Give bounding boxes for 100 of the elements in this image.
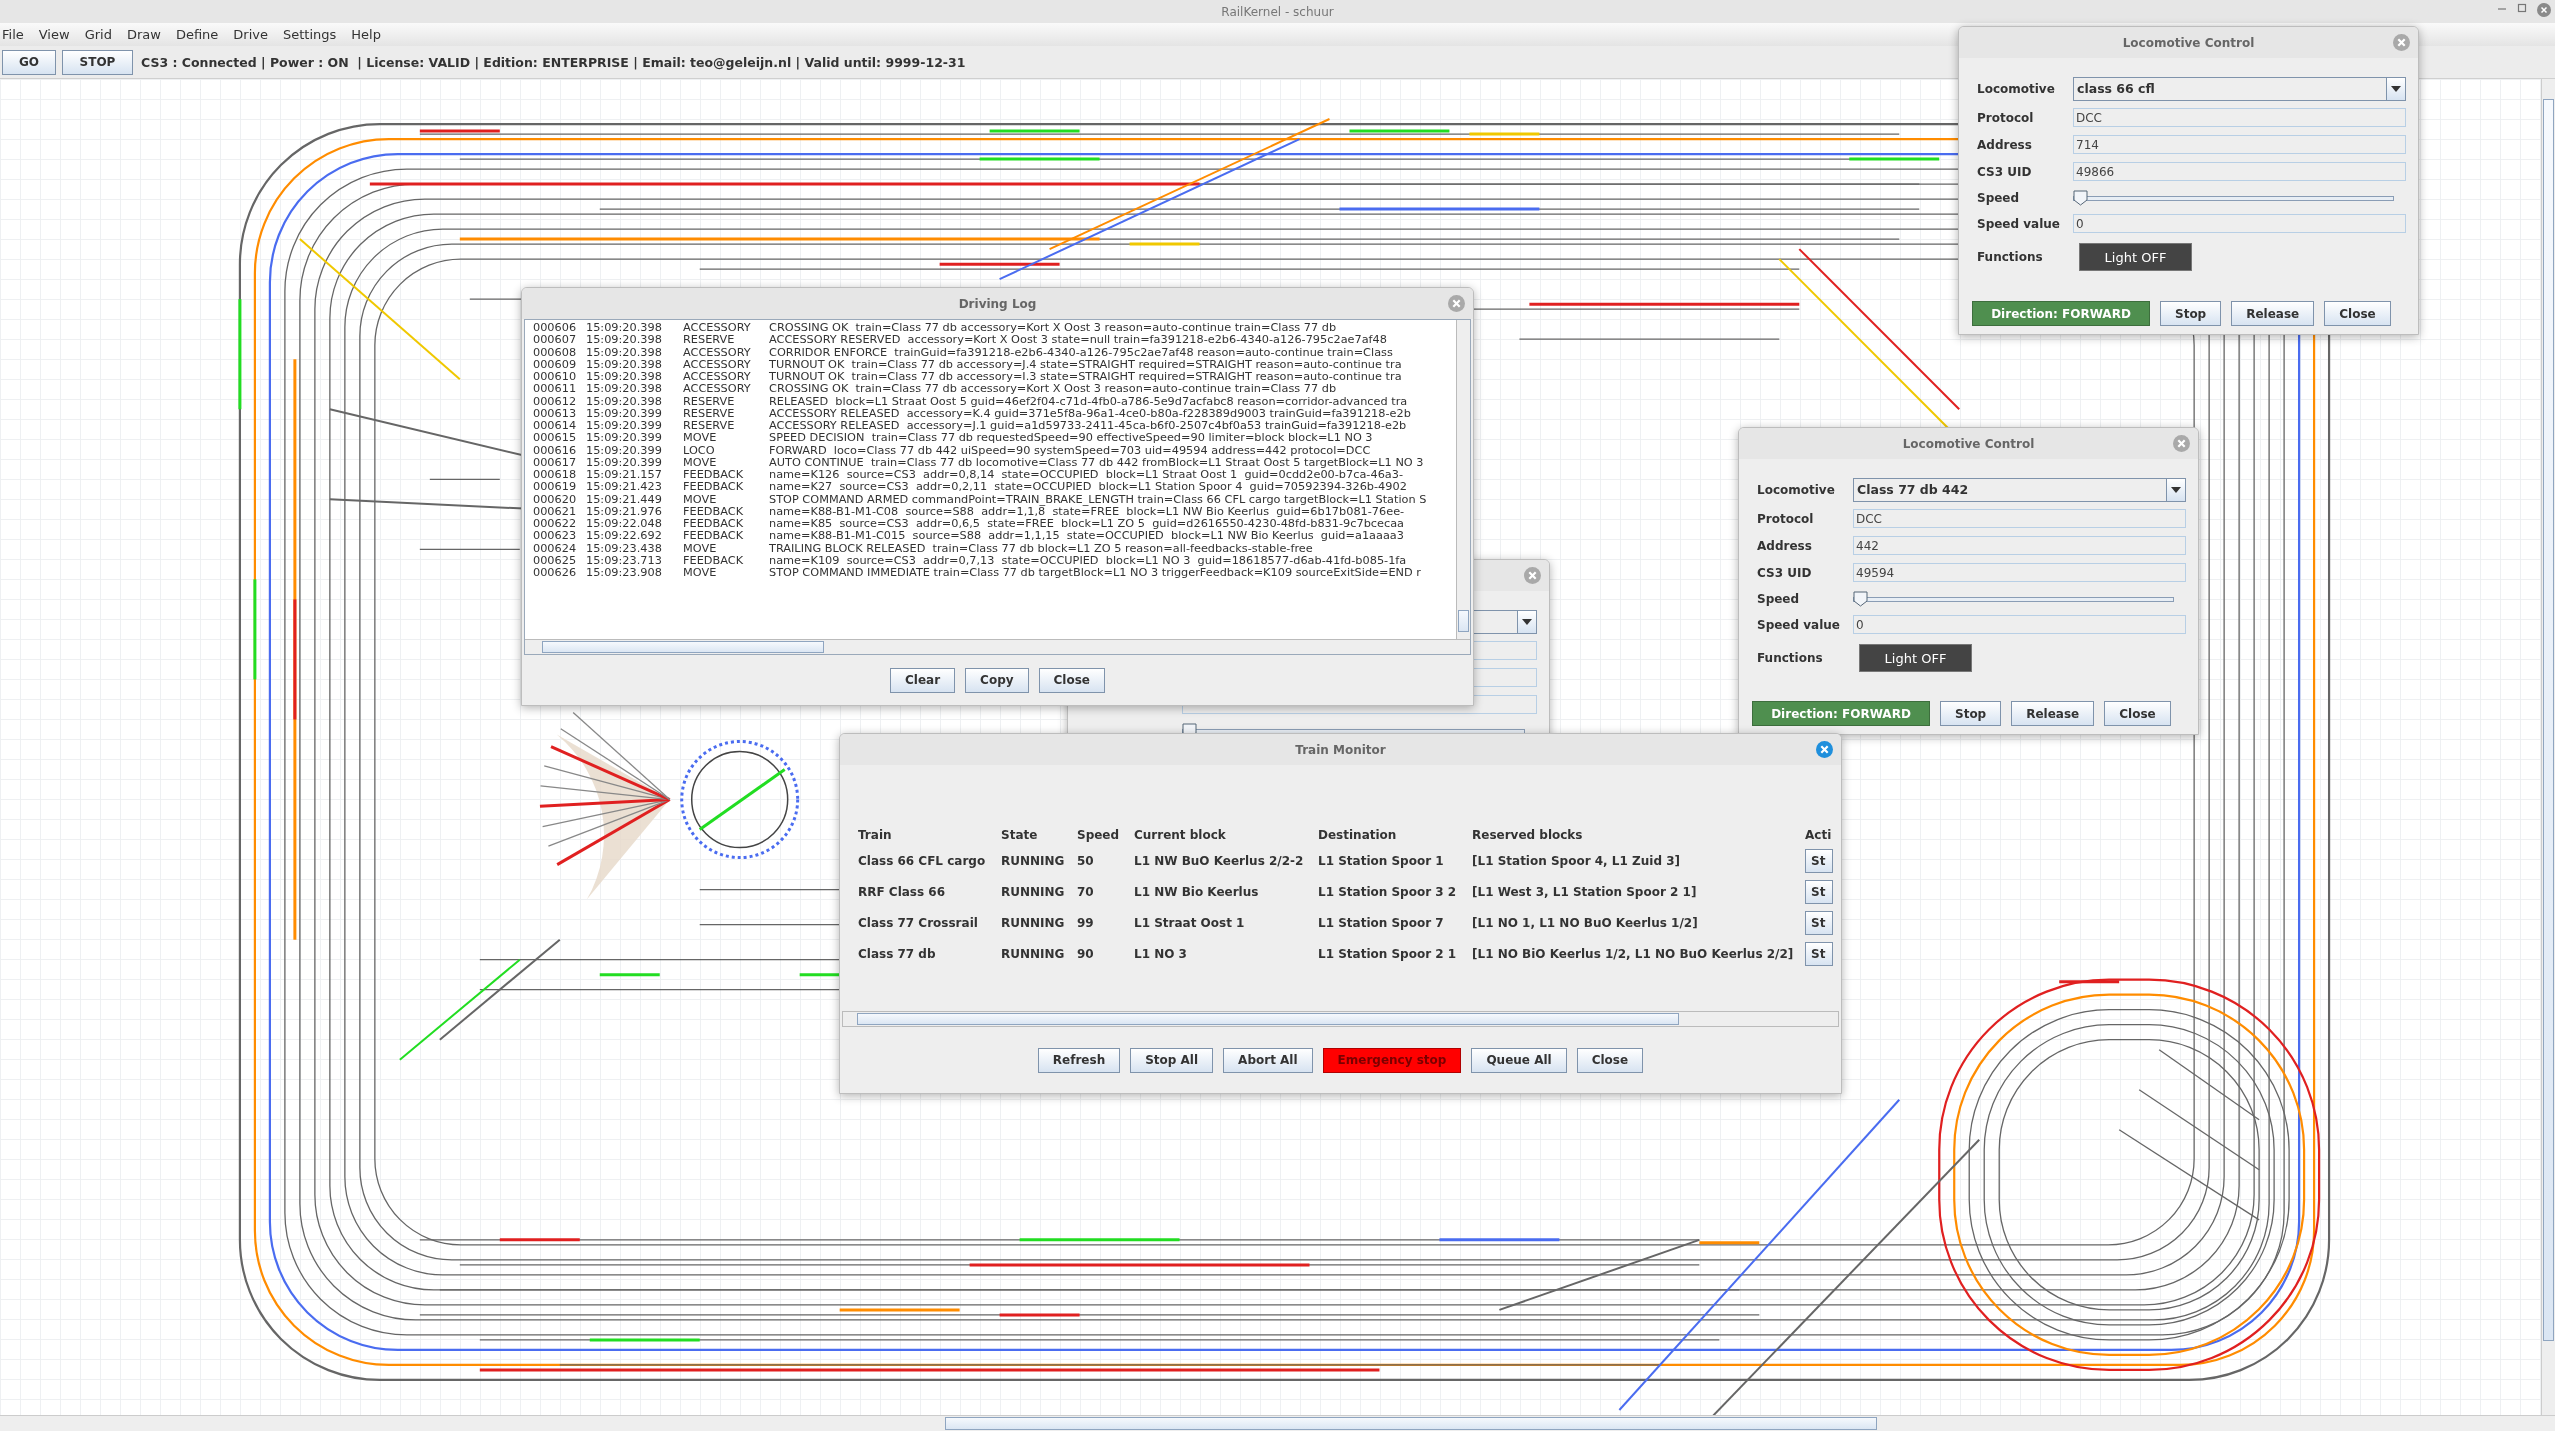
close-icon[interactable] <box>1816 741 1833 758</box>
action-button[interactable]: St <box>1805 941 1833 966</box>
dialog-button[interactable]: Stop <box>1940 701 2002 726</box>
dialog-button[interactable]: Close <box>1038 667 1105 693</box>
dialog-button[interactable]: Refresh <box>1037 1047 1121 1073</box>
menu-item[interactable]: File <box>2 27 31 42</box>
light-toggle-button[interactable]: Light OFF <box>2079 243 2192 271</box>
column-header[interactable]: State <box>1001 828 1077 842</box>
log-time: 15:09:20.399 <box>586 444 663 457</box>
menu-item[interactable]: View <box>38 27 77 42</box>
log-sequence: 000619 <box>533 481 578 494</box>
table-cell-text: 90 <box>1077 946 1095 961</box>
log-time: 15:09:20.398 <box>586 322 663 335</box>
dialog-button[interactable]: Close <box>1576 1047 1644 1073</box>
menu-item[interactable]: Drive <box>233 27 275 42</box>
dialog-button[interactable]: Close <box>2324 301 2391 326</box>
log-time: 15:09:22.692 <box>586 530 663 543</box>
light-toggle-button[interactable]: Light OFF <box>1859 644 1972 672</box>
toolbar-button[interactable]: STOP <box>62 49 133 75</box>
table-cell-text: L1 Station Spoor 7 <box>1318 915 1445 930</box>
text-field[interactable]: 0 <box>2073 214 2406 233</box>
locomotive-select[interactable]: class 66 cfl <box>2073 76 2406 101</box>
field-label: Protocol <box>1977 110 2035 125</box>
locomotive-select[interactable]: Class 77 db 442 <box>1853 477 2186 502</box>
table-cell-text: [L1 NO 1, L1 NO BuO Keerlus 1/2] <box>1472 915 1699 930</box>
text-field[interactable]: DCC <box>1853 509 2186 528</box>
log-message: TURNOUT OK train=Class 77 db accessory=I.3 state=STRAIGHT required=STRAIGHT reason=auto-continue tra <box>769 371 1403 384</box>
text-field[interactable]: 49594 <box>1853 563 2186 582</box>
menu-item[interactable]: Settings <box>283 27 344 42</box>
table-cell-text: RUNNING <box>1001 853 1066 868</box>
dialog-button[interactable]: Release <box>2011 701 2095 726</box>
log-sequence: 000620 <box>533 493 578 506</box>
column-header[interactable]: Speed <box>1077 828 1134 842</box>
action-button[interactable]: St <box>1805 910 1833 935</box>
text-field[interactable]: 714 <box>2073 135 2406 154</box>
column-header[interactable]: Acti <box>1805 828 1835 842</box>
close-icon[interactable] <box>2393 34 2410 51</box>
dialog-button[interactable]: Copy <box>965 667 1029 693</box>
text-field[interactable]: 0 <box>1853 615 2186 634</box>
log-category: MOVE <box>683 432 718 445</box>
vertical-scrollbar[interactable] <box>2541 79 2555 1415</box>
dialog-button[interactable]: Stop All <box>1130 1047 1214 1073</box>
field-label: Functions <box>1977 250 2044 264</box>
speed-slider[interactable] <box>2073 189 2394 206</box>
log-message: ACCESSORY RELEASED accessory=J.1 guid=a1d59733-2411-45ca-b6f0-2507c4bf0a53 trainGuid=fa391218-e2b <box>769 420 1408 433</box>
log-time: 15:09:20.399 <box>586 456 663 469</box>
text-field[interactable]: 49866 <box>2073 162 2406 181</box>
close-icon[interactable] <box>1448 295 1465 312</box>
direction-button[interactable]: Direction: FORWARD <box>1972 301 2150 326</box>
dialog-button[interactable]: Abort All <box>1223 1047 1313 1073</box>
field-label: Address <box>1977 137 2033 152</box>
menu-item[interactable]: Draw <box>126 27 168 42</box>
toolbar-button[interactable]: GO <box>2 49 56 75</box>
table-cell-text: RUNNING <box>1001 915 1066 930</box>
log-sequence: 000625 <box>533 554 578 567</box>
horizontal-scrollbar[interactable] <box>0 1415 2555 1431</box>
menu-item[interactable]: Grid <box>84 27 119 42</box>
close-icon[interactable] <box>2173 435 2190 452</box>
slider-thumb[interactable] <box>1853 590 1868 607</box>
column-header[interactable]: Destination <box>1318 828 1472 842</box>
log-message: ACCESSORY RELEASED accessory=K.4 guid=371e5f8a-96a1-4ce0-b80a-f228389d9003 trainGuid=fa391218-e2b <box>769 407 1412 420</box>
dialog-button[interactable]: Close <box>2104 701 2171 726</box>
column-header[interactable]: Current block <box>1134 828 1318 842</box>
horizontal-scrollbar[interactable] <box>525 639 1470 654</box>
dialog-button[interactable]: Release <box>2231 301 2315 326</box>
action-button[interactable]: St <box>1805 879 1833 904</box>
log-sequence: 000621 <box>533 505 578 518</box>
close-icon[interactable] <box>1524 567 1541 584</box>
log-sequence: 000611 <box>533 383 578 396</box>
menu-item[interactable]: Help <box>351 27 388 42</box>
close-icon[interactable] <box>2537 3 2551 17</box>
text-field[interactable]: DCC <box>2073 108 2406 127</box>
column-header[interactable]: Reserved blocks <box>1472 828 1805 842</box>
log-sequence: 000606 <box>533 322 578 335</box>
log-category: ACCESSORY <box>683 358 752 371</box>
dialog-button[interactable]: Queue All <box>1471 1047 1567 1073</box>
direction-button[interactable]: Direction: FORWARD <box>1752 701 1930 726</box>
dialog-button[interactable]: Stop <box>2160 301 2222 326</box>
table-cell-text: Class 77 db <box>858 946 937 961</box>
log-time: 15:09:23.713 <box>586 554 663 567</box>
log-sequence: 000615 <box>533 432 578 445</box>
table-cell-text: L1 Station Spoor 3 2 <box>1318 884 1458 899</box>
vertical-scrollbar[interactable] <box>1456 320 1470 639</box>
column-header[interactable]: Train <box>858 828 1001 842</box>
dialog-button[interactable]: Clear <box>890 667 956 693</box>
log-category: FEEDBACK <box>683 554 745 567</box>
table-cell-text: L1 NW BuO Keerlus 2/2-2 <box>1134 853 1305 868</box>
log-category: LOCO <box>683 444 716 457</box>
speed-slider[interactable] <box>1853 590 2174 607</box>
log-message: AUTO CONTINUE train=Class 77 db locomotive=Class 77 db 442 fromBlock=L1 Straat Oost 5 targetBlock=L1 NO 3 <box>769 456 1425 469</box>
menu-item[interactable]: Define <box>175 27 226 42</box>
text-field[interactable]: 442 <box>1853 536 2186 555</box>
log-time: 15:09:20.399 <box>586 432 663 445</box>
horizontal-scrollbar[interactable] <box>842 1011 1839 1027</box>
action-button[interactable]: St <box>1805 848 1833 873</box>
maximize-icon[interactable] <box>2517 3 2527 13</box>
log-category: FEEDBACK <box>683 530 745 543</box>
slider-thumb[interactable] <box>2073 189 2088 206</box>
log-message: CORRIDOR ENFORCE trainGuid=fa391218-e2b6-4340-a126-795c2ae7af48 reason=auto-continue train=Class <box>769 346 1394 359</box>
log-category: ACCESSORY <box>683 346 752 359</box>
